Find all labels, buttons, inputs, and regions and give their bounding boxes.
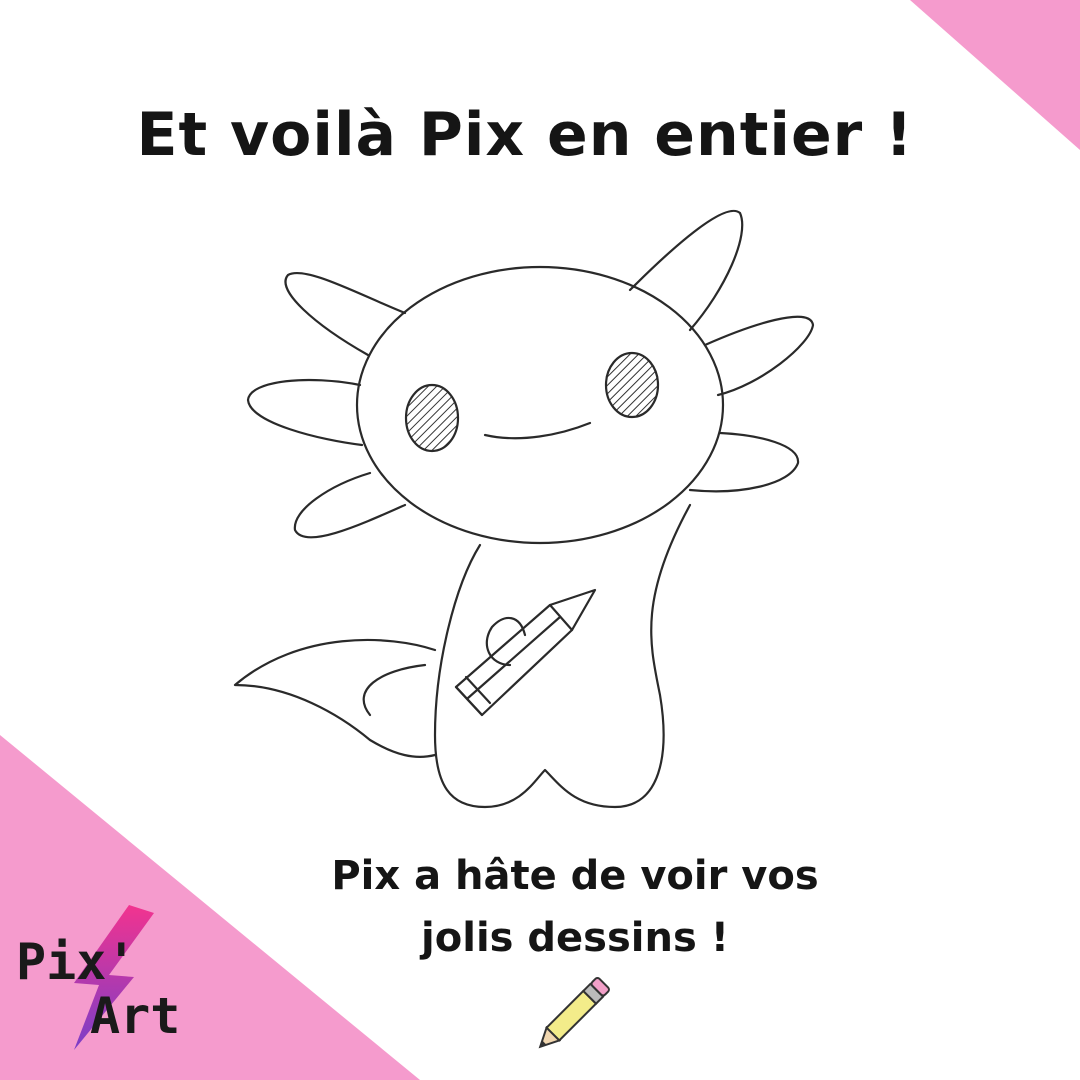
logo-text-line-2: Art	[90, 987, 181, 1045]
gill-left-top	[284, 271, 407, 357]
eye-left	[404, 383, 460, 453]
axolotl-drawing	[233, 209, 815, 809]
page-title: Et voilà Pix en entier !	[136, 100, 914, 170]
caption: Pix a hâte de voir vos jolis dessins !	[250, 845, 900, 969]
logo-text-line-1: Pix'	[16, 933, 137, 991]
axolotl-body	[433, 503, 692, 809]
smile	[483, 421, 592, 440]
eye-right	[604, 351, 660, 419]
held-pencil	[454, 588, 597, 717]
caption-line-1: Pix a hâte de voir vos	[331, 853, 819, 899]
pencil-icon	[538, 977, 610, 1049]
axolotl-hand	[485, 617, 527, 667]
axolotl-tail-inner	[362, 663, 427, 717]
axolotl-tail	[233, 638, 437, 758]
pix-art-logo: Pix' Art	[14, 905, 204, 1055]
gill-left-middle	[246, 378, 364, 447]
caption-line-2: jolis dessins !	[421, 915, 729, 961]
gill-right-top	[628, 209, 744, 332]
